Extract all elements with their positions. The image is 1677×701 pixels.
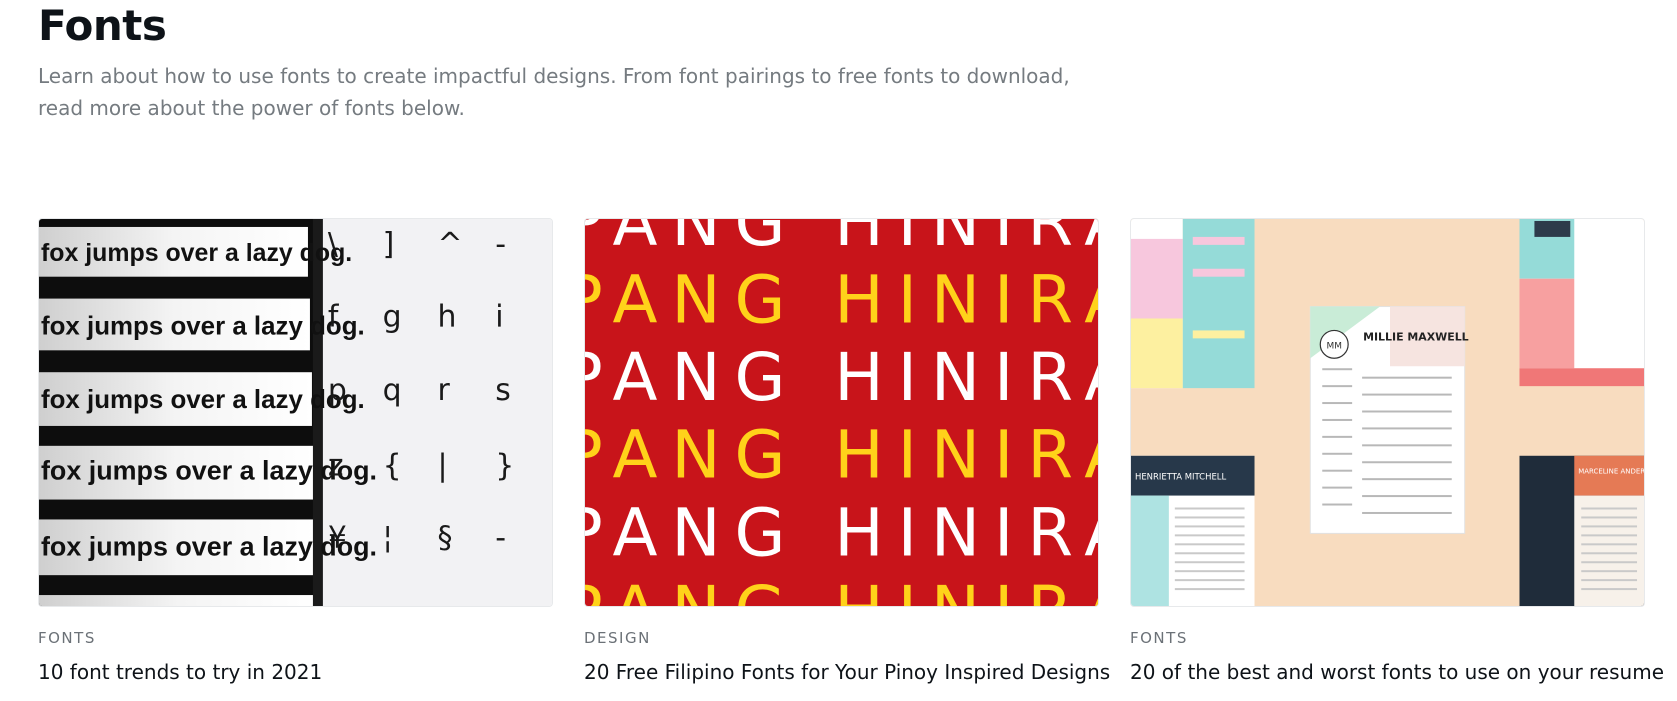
- page-description: Learn about how to use fonts to create i…: [38, 64, 1070, 120]
- svg-text:p: p: [328, 373, 347, 408]
- article-title-link[interactable]: 20 of the best and worst fonts to use on…: [1130, 659, 1664, 685]
- svg-text:PANG HINIRA: PANG HINIRA: [585, 495, 1098, 571]
- svg-text:q: q: [383, 373, 402, 408]
- article-card-resume-fonts[interactable]: MM MILLIE MAXWELL HENRIETTA MITCHELL MAR…: [1130, 218, 1664, 685]
- svg-text:}: }: [495, 449, 514, 484]
- article-category[interactable]: FONTS: [38, 629, 553, 647]
- svg-text:]: ]: [383, 227, 395, 262]
- svg-text:fox jumps over a lazy dog.: fox jumps over a lazy dog.: [41, 531, 377, 561]
- svg-text:PANG HINIRA: PANG HINIRA: [585, 573, 1098, 606]
- svg-text:\: \: [328, 227, 339, 262]
- svg-text:i: i: [495, 299, 503, 334]
- svg-text:§: §: [437, 520, 452, 555]
- svg-text:¦: ¦: [383, 520, 393, 555]
- svg-text:PANG HINIRA: PANG HINIRA: [585, 219, 1098, 261]
- svg-text:¥: ¥: [328, 520, 347, 555]
- svg-text:MILLIE MAXWELL: MILLIE MAXWELL: [1363, 330, 1469, 343]
- svg-text:fox jumps over a lazy dog.: fox jumps over a lazy dog.: [41, 386, 365, 414]
- svg-text:MM: MM: [1326, 341, 1341, 351]
- page-title: Fonts: [38, 1, 167, 50]
- svg-text:fox jumps over a lazy dog.: fox jumps over a lazy dog.: [41, 239, 352, 267]
- article-category[interactable]: FONTS: [1130, 629, 1645, 647]
- article-category[interactable]: DESIGN: [584, 629, 1099, 647]
- svg-text:-: -: [495, 520, 506, 555]
- svg-text:|: |: [437, 449, 447, 484]
- svg-text:PANG HINIRA: PANG HINIRA: [585, 263, 1098, 339]
- svg-text:^: ^: [437, 227, 462, 262]
- svg-text:fox jumps over a lazy dog.: fox jumps over a lazy dog.: [41, 456, 377, 486]
- svg-text:f: f: [328, 299, 340, 334]
- svg-text:PANG HINIRA: PANG HINIRA: [585, 340, 1098, 416]
- article-title-link[interactable]: 10 font trends to try in 2021: [38, 659, 553, 685]
- svg-text:h: h: [437, 299, 456, 334]
- article-title-link[interactable]: 20 Free Filipino Fonts for Your Pinoy In…: [584, 659, 1110, 685]
- font-specimen-image: fox jumps over a lazy dog. fox jumps ove…: [39, 219, 552, 606]
- svg-text:HENRIETTA MITCHELL: HENRIETTA MITCHELL: [1135, 472, 1227, 482]
- article-card-font-trends[interactable]: fox jumps over a lazy dog. fox jumps ove…: [38, 218, 553, 685]
- article-thumbnail[interactable]: PANG HINIRAPANG HINIRAPANG HINIRAPANG HI…: [584, 218, 1099, 607]
- svg-text:g: g: [383, 299, 402, 334]
- article-thumbnail[interactable]: fox jumps over a lazy dog. fox jumps ove…: [38, 218, 553, 607]
- article-thumbnail[interactable]: MM MILLIE MAXWELL HENRIETTA MITCHELL MAR…: [1130, 218, 1645, 607]
- resume-templates-image: MM MILLIE MAXWELL HENRIETTA MITCHELL MAR…: [1131, 219, 1644, 606]
- svg-text:s: s: [495, 373, 511, 408]
- svg-text:{: {: [383, 449, 402, 484]
- article-card-filipino-fonts[interactable]: PANG HINIRAPANG HINIRAPANG HINIRAPANG HI…: [584, 218, 1110, 685]
- filipino-font-pattern-image: PANG HINIRAPANG HINIRAPANG HINIRAPANG HI…: [585, 219, 1098, 606]
- svg-text:fox jumps over a lazy dog.: fox jumps over a lazy dog.: [41, 312, 365, 340]
- svg-text:z: z: [328, 449, 344, 484]
- svg-text:PANG HINIRA: PANG HINIRA: [585, 418, 1098, 494]
- svg-text:MARCELINE ANDERSON: MARCELINE ANDERSON: [1578, 468, 1644, 476]
- svg-text:r: r: [437, 373, 450, 408]
- svg-text:-: -: [495, 227, 506, 262]
